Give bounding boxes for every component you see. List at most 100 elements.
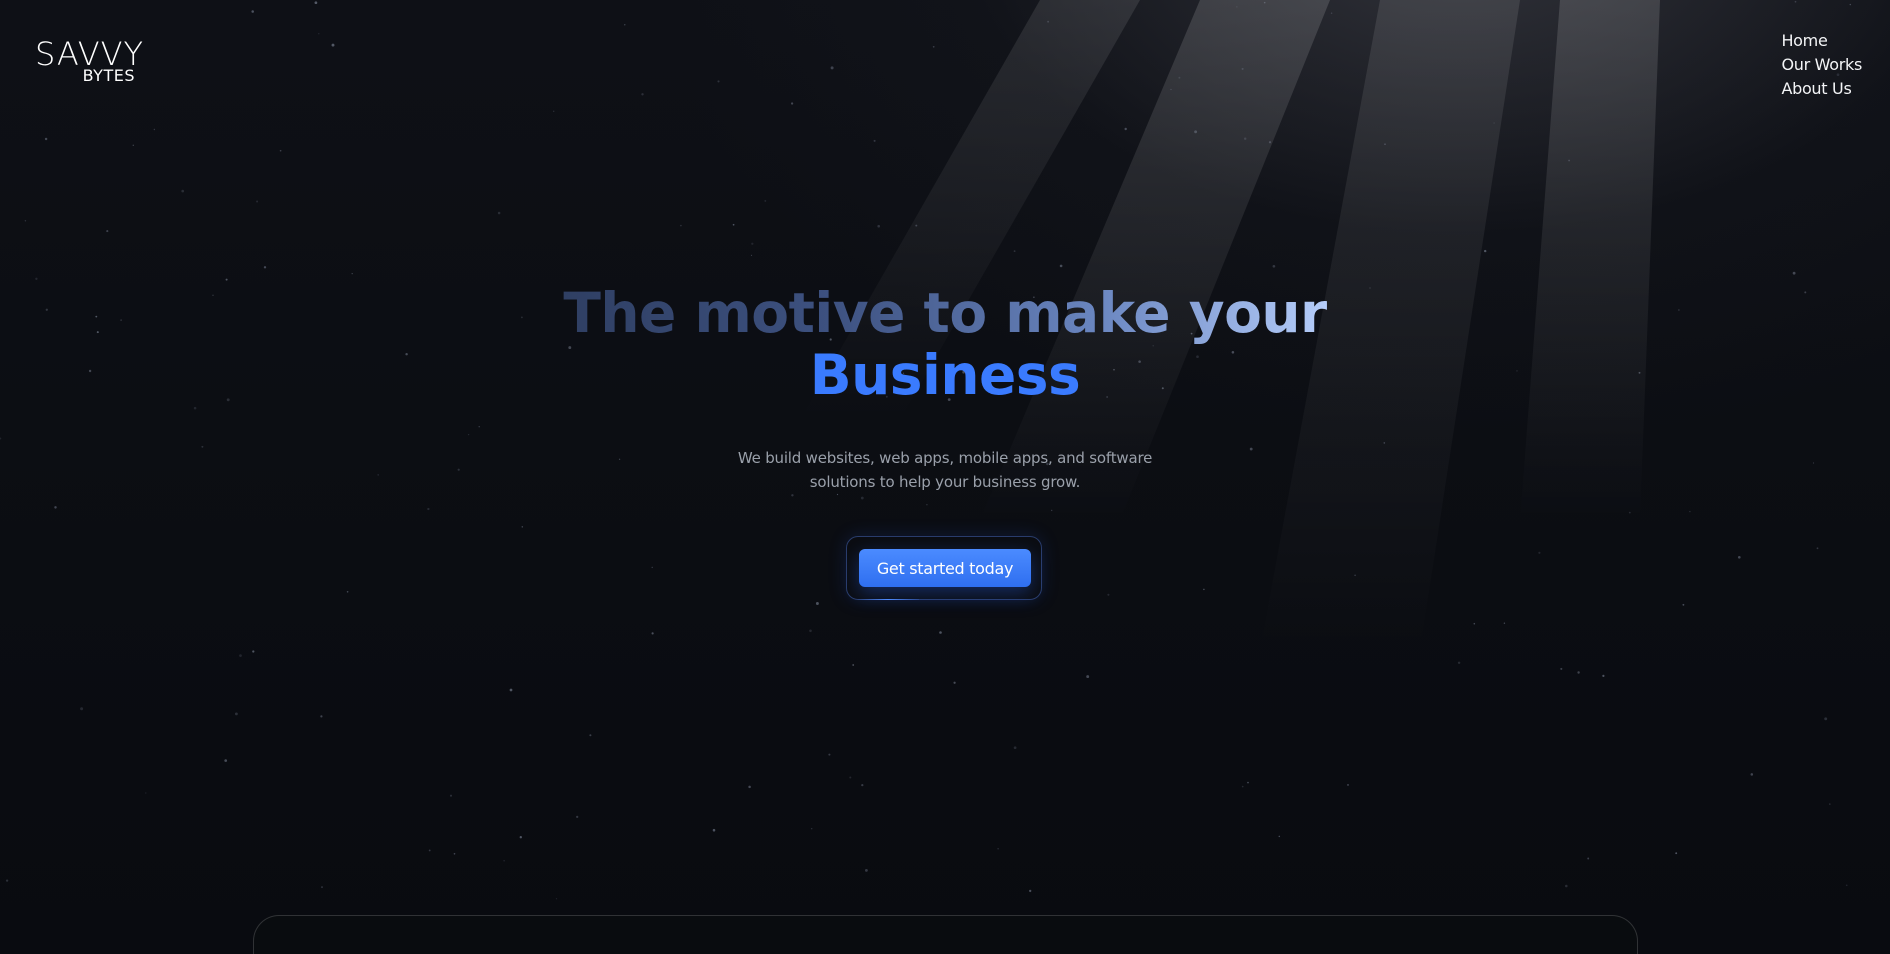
star-dot — [877, 224, 880, 228]
star-dot — [860, 496, 864, 500]
star-dot — [1354, 574, 1356, 577]
star-dot — [318, 33, 320, 35]
star-dot — [1086, 675, 1090, 679]
star-dot — [1577, 671, 1580, 674]
star-dot — [815, 602, 819, 605]
star-dot — [256, 200, 259, 203]
landing-page: SAVVY BYTES Home Our Works About Us The … — [0, 0, 1890, 954]
star-dot — [1560, 667, 1563, 670]
star-dot — [865, 869, 868, 872]
star-dot — [751, 242, 754, 245]
star-dot — [1272, 264, 1276, 268]
star-dot — [1675, 852, 1678, 855]
star-dot — [1828, 803, 1831, 805]
star-dot — [1792, 271, 1796, 275]
logo-subtitle: BYTES — [82, 66, 135, 85]
star-dot — [503, 860, 505, 862]
star-dot — [1278, 835, 1281, 838]
star-dot — [132, 144, 134, 146]
star-dot — [1602, 674, 1605, 678]
star-dot — [321, 886, 323, 889]
star-dot — [932, 45, 935, 48]
star-dot — [1170, 88, 1172, 91]
star-dot — [54, 506, 57, 509]
star-dot — [1737, 555, 1741, 559]
get-started-button[interactable]: Get started today — [859, 549, 1031, 587]
star-dot — [1682, 603, 1685, 606]
star-dot — [1484, 249, 1487, 253]
star-dot — [331, 43, 335, 47]
star-dot — [624, 24, 626, 26]
star-dot — [1750, 773, 1754, 776]
star-dot — [926, 504, 928, 506]
nav-home-link[interactable]: Home — [1781, 30, 1862, 52]
star-dot — [1263, 1, 1266, 4]
star-dot — [836, 493, 839, 496]
star-dot — [1845, 884, 1848, 887]
star-dot — [1178, 76, 1181, 79]
star-dot — [320, 715, 323, 718]
star-dot — [509, 688, 513, 692]
star-dot — [1236, 6, 1238, 8]
star-dot — [1107, 593, 1110, 596]
star-dot — [1816, 547, 1819, 550]
nav-about-us-link[interactable]: About Us — [1781, 78, 1862, 100]
star-dot — [750, 254, 753, 256]
star-dot — [651, 632, 654, 635]
star-dot — [145, 792, 147, 794]
star-dot — [519, 836, 522, 839]
star-dot — [106, 230, 109, 233]
hero-headline-highlight: Business — [809, 343, 1081, 407]
star-dot — [1047, 20, 1049, 23]
star-dot — [1268, 141, 1272, 144]
star-dot — [873, 139, 876, 142]
star-dot — [279, 149, 282, 152]
star-dot — [1347, 783, 1349, 786]
star-dot — [1029, 889, 1032, 893]
star-dot — [953, 681, 956, 684]
star-dot — [1241, 785, 1244, 788]
star-dot — [576, 815, 579, 819]
star-dot — [1194, 130, 1198, 134]
star-dot — [1124, 127, 1127, 131]
star-dot — [997, 848, 999, 850]
star-dot — [1247, 781, 1249, 784]
star-dot — [1503, 622, 1506, 624]
star-dot — [153, 128, 156, 131]
star-dot — [5, 879, 9, 882]
star-dot — [764, 199, 767, 202]
star-dot — [1587, 857, 1590, 860]
star-dot — [35, 277, 38, 280]
star-dot — [791, 494, 794, 497]
cta-glow-frame: Get started today — [846, 536, 1042, 600]
star-dot — [1050, 509, 1053, 512]
star-dot — [24, 220, 27, 222]
star-dot — [1330, 12, 1333, 14]
star-dot — [852, 664, 855, 666]
star-dot — [1794, 0, 1797, 3]
star-dot — [828, 753, 831, 756]
star-dot — [521, 526, 524, 528]
star-dot — [810, 827, 813, 830]
star-dot — [1565, 884, 1568, 888]
star-dot — [790, 102, 794, 105]
star-dot — [497, 211, 501, 215]
star-dot — [732, 223, 735, 226]
star-dot — [1013, 250, 1016, 253]
showcase-panel — [253, 915, 1638, 954]
brand-logo[interactable]: SAVVY BYTES — [35, 38, 143, 86]
star-dot — [1457, 661, 1461, 665]
nav-our-works-link[interactable]: Our Works — [1781, 54, 1862, 76]
star-dot — [939, 631, 942, 634]
star-dot — [809, 629, 812, 633]
star-dot — [314, 1, 318, 5]
star-dot — [346, 590, 349, 593]
star-dot — [251, 10, 254, 13]
star-dot — [181, 189, 185, 193]
star-dot — [1473, 622, 1476, 625]
star-dot — [1538, 551, 1541, 554]
hero-subtitle: We build websites, web apps, mobile apps… — [737, 449, 1153, 491]
star-dot — [239, 654, 242, 657]
star-dot — [641, 93, 644, 96]
star-dot — [1493, 122, 1495, 124]
